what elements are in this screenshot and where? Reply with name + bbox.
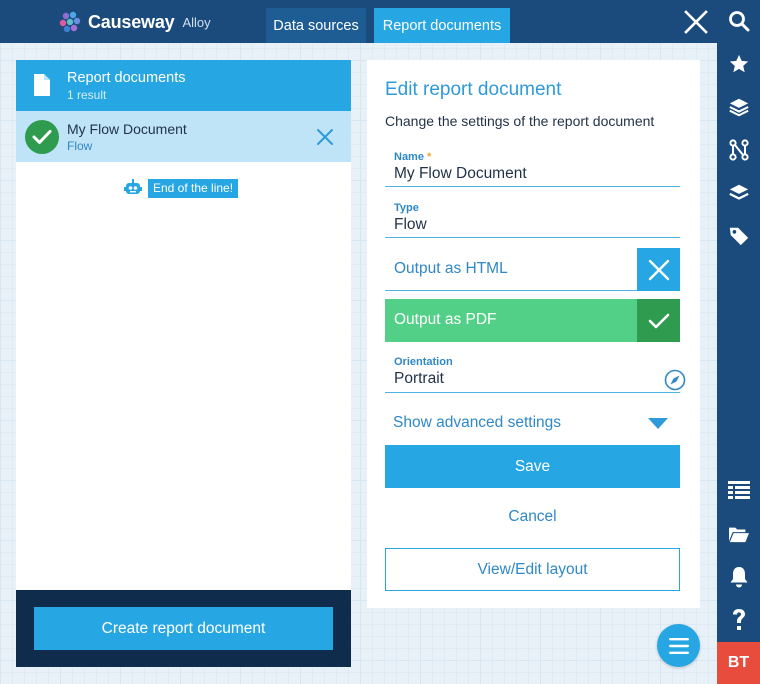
type-field-label: Type bbox=[394, 202, 419, 214]
check-icon bbox=[25, 120, 59, 154]
cross-icon bbox=[648, 259, 669, 280]
check-icon bbox=[648, 313, 669, 328]
cancel-button[interactable]: Cancel bbox=[385, 508, 680, 528]
user-avatar[interactable]: BT bbox=[717, 642, 760, 684]
advanced-settings-label: Show advanced settings bbox=[393, 414, 562, 431]
name-field[interactable]: Name * My Flow Document bbox=[385, 148, 680, 187]
list-item-subtitle: Flow bbox=[67, 139, 93, 153]
required-mark: * bbox=[427, 151, 432, 163]
name-field-value[interactable]: My Flow Document bbox=[394, 165, 527, 183]
name-field-label: Name * bbox=[394, 151, 432, 163]
tag-icon bbox=[729, 227, 748, 246]
menu-fab-button[interactable] bbox=[657, 624, 700, 667]
create-report-document-button[interactable]: Create report document bbox=[34, 607, 333, 650]
list-footer: Create report document bbox=[16, 590, 351, 667]
output-pdf-toggle[interactable]: Output as PDF bbox=[385, 299, 680, 342]
rail-tags-button[interactable] bbox=[717, 219, 760, 253]
tab-report-documents[interactable]: Report documents bbox=[374, 8, 510, 43]
folder-open-icon bbox=[728, 527, 749, 543]
end-of-list-label: End of the line! bbox=[148, 178, 239, 198]
stack-icon bbox=[728, 184, 749, 200]
rail-workflow-button[interactable] bbox=[717, 133, 760, 167]
tab-data-sources[interactable]: Data sources bbox=[266, 8, 366, 43]
type-field[interactable]: Type Flow bbox=[385, 199, 680, 238]
edit-report-document-panel: Edit report document Change the settings… bbox=[367, 60, 700, 608]
workflow-icon bbox=[728, 139, 749, 161]
app-logo[interactable]: Causeway Alloy bbox=[58, 10, 211, 34]
output-pdf-label: Output as PDF bbox=[394, 311, 497, 328]
search-icon bbox=[728, 11, 749, 32]
end-of-list-indicator: End of the line! bbox=[124, 178, 239, 198]
logo-sub: Alloy bbox=[182, 14, 211, 30]
rail-layers-button[interactable] bbox=[717, 90, 760, 124]
rail-search-button[interactable] bbox=[717, 4, 760, 38]
orientation-field[interactable]: Orientation Portrait bbox=[385, 353, 686, 393]
show-advanced-settings-toggle[interactable]: Show advanced settings bbox=[385, 412, 680, 434]
grid-list-icon bbox=[727, 481, 750, 499]
rail-list-view-button[interactable] bbox=[717, 474, 760, 508]
logo-name: Causeway bbox=[88, 11, 175, 32]
compass-icon[interactable] bbox=[664, 369, 686, 391]
type-field-value[interactable]: Flow bbox=[394, 216, 427, 234]
list-title: Report documents bbox=[67, 70, 186, 86]
form-description: Change the settings of the report docume… bbox=[385, 113, 655, 129]
orientation-field-label: Orientation bbox=[394, 356, 453, 368]
layers-icon bbox=[728, 98, 749, 117]
rail-favourites-button[interactable] bbox=[717, 47, 760, 81]
list-item-title: My Flow Document bbox=[67, 121, 187, 137]
rail-stack-button[interactable] bbox=[717, 176, 760, 210]
view-edit-layout-button[interactable]: View/Edit layout bbox=[385, 548, 680, 591]
report-documents-list-panel: Report documents 1 result My Flow Docume… bbox=[16, 60, 351, 667]
robot-icon bbox=[124, 179, 142, 194]
save-button[interactable]: Save bbox=[385, 445, 680, 488]
remove-item-icon[interactable] bbox=[315, 127, 335, 147]
output-html-label: Output as HTML bbox=[394, 260, 508, 277]
close-icon[interactable] bbox=[682, 8, 710, 36]
output-html-toggle[interactable]: Output as HTML bbox=[385, 248, 680, 291]
output-pdf-box[interactable] bbox=[637, 299, 680, 342]
output-html-box[interactable] bbox=[637, 248, 680, 291]
star-icon bbox=[729, 54, 748, 73]
list-result-count: 1 result bbox=[67, 88, 107, 102]
top-bar: Causeway Alloy Data sources Report docum… bbox=[0, 0, 717, 43]
rail-folder-button[interactable] bbox=[717, 517, 760, 551]
bell-icon bbox=[730, 567, 747, 588]
rail-help-button[interactable] bbox=[717, 603, 760, 637]
list-item[interactable]: My Flow Document Flow bbox=[16, 111, 351, 162]
orientation-field-value[interactable]: Portrait bbox=[394, 370, 444, 388]
right-rail: BT bbox=[717, 0, 760, 684]
hamburger-menu-icon bbox=[668, 637, 689, 654]
list-header: Report documents 1 result bbox=[16, 60, 351, 111]
form-title: Edit report document bbox=[385, 79, 562, 100]
causeway-logo-icon bbox=[59, 11, 81, 33]
rail-notifications-button[interactable] bbox=[717, 560, 760, 594]
caret-down-icon bbox=[648, 418, 668, 429]
help-icon bbox=[732, 609, 745, 630]
document-icon bbox=[34, 74, 50, 96]
